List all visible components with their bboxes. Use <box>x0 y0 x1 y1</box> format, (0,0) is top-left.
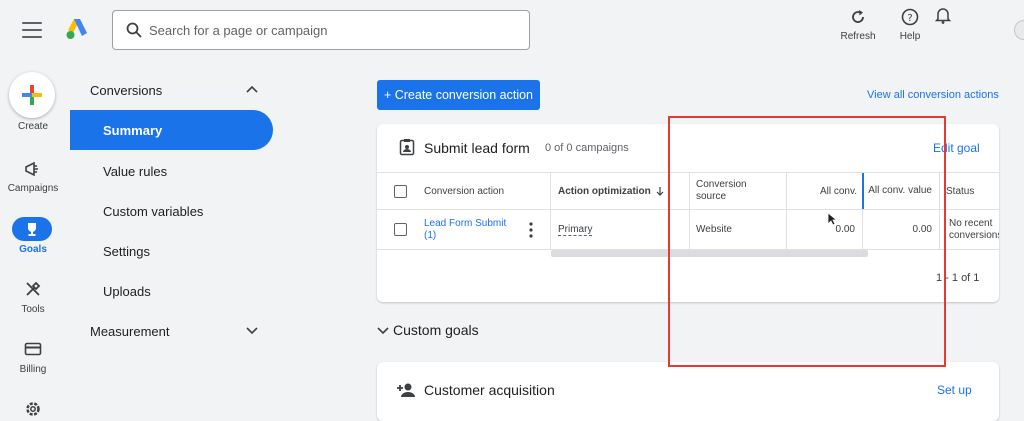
refresh-label: Refresh <box>840 31 876 42</box>
sort-arrow-icon <box>656 187 664 196</box>
trophy-icon <box>28 223 36 236</box>
header-action-optimization[interactable]: Action optimization <box>558 173 664 209</box>
billing-label: Billing <box>19 364 47 375</box>
highlight-annotation-box <box>668 116 946 367</box>
create-button[interactable] <box>9 72 55 118</box>
view-all-conversion-actions-link[interactable]: View all conversion actions <box>867 89 999 101</box>
action-optimization-value[interactable]: Primary <box>558 210 593 249</box>
top-bar: Search for a page or campaign Refresh ? … <box>0 0 1024 62</box>
form-icon <box>399 139 415 156</box>
search-icon <box>126 22 142 38</box>
nav-item-settings[interactable]: Settings <box>103 244 150 259</box>
person-add-icon <box>397 383 415 397</box>
left-rail: Create Campaigns Goals Tools Billing <box>0 62 66 421</box>
set-up-link[interactable]: Set up <box>937 383 972 397</box>
conversion-action-link[interactable]: Lead Form Submit (1) <box>424 210 516 249</box>
svg-text:?: ? <box>907 13 912 24</box>
conversions-label: Conversions <box>90 83 163 98</box>
status-value: No recent conversions <box>949 217 999 241</box>
nav-item-summary[interactable]: Summary <box>70 110 273 150</box>
goals-nav-item[interactable] <box>12 217 52 241</box>
summary-label: Summary <box>103 123 163 138</box>
primary-label: Primary <box>558 223 593 236</box>
chevron-down-icon <box>377 327 389 335</box>
help-label: Help <box>899 31 921 42</box>
header-action-optimization-label: Action optimization <box>558 185 651 197</box>
settings-gear-icon[interactable] <box>0 400 66 421</box>
refresh-button[interactable]: Refresh <box>834 8 882 42</box>
side-nav: Conversions Summary Value rules Custom v… <box>70 62 370 421</box>
help-button[interactable]: ? Help <box>886 8 934 42</box>
header-conversion-action[interactable]: Conversion action <box>424 173 504 209</box>
nav-item-custom-variables[interactable]: Custom variables <box>103 204 203 219</box>
campaigns-icon[interactable] <box>0 160 66 183</box>
refresh-icon <box>852 10 864 23</box>
plus-icon <box>22 85 42 105</box>
nav-item-value-rules[interactable]: Value rules <box>103 164 167 179</box>
help-icon: ? <box>901 8 919 26</box>
custom-goals-label: Custom goals <box>393 322 479 338</box>
create-label: Create <box>17 121 48 132</box>
campaign-count: 0 of 0 campaigns <box>545 142 629 154</box>
row-checkbox[interactable] <box>394 210 407 249</box>
chevron-up-icon <box>246 85 258 93</box>
chevron-down-icon <box>246 327 258 335</box>
conversions-section-header[interactable]: Conversions <box>70 62 370 98</box>
tools-label: Tools <box>21 304 45 315</box>
billing-icon[interactable] <box>0 340 66 363</box>
search-input[interactable]: Search for a page or campaign <box>112 10 530 50</box>
measurement-label: Measurement <box>90 324 170 339</box>
more-vert-icon[interactable] <box>529 222 533 238</box>
campaigns-label: Campaigns <box>7 183 59 194</box>
avatar[interactable] <box>1014 20 1024 40</box>
nav-item-uploads[interactable]: Uploads <box>103 284 151 299</box>
header-status[interactable]: Status <box>946 173 974 209</box>
card-title: Submit lead form <box>424 140 530 156</box>
tools-icon[interactable] <box>0 280 66 303</box>
notifications-icon[interactable] <box>935 6 951 24</box>
create-conversion-action-button[interactable]: + Create conversion action <box>377 80 540 110</box>
select-all-checkbox[interactable] <box>394 173 407 209</box>
menu-icon[interactable] <box>22 22 42 38</box>
measurement-section-header[interactable]: Measurement <box>70 316 370 344</box>
card2-title: Customer acquisition <box>424 382 555 398</box>
search-placeholder: Search for a page or campaign <box>149 23 328 38</box>
goal-card-customer-acquisition: Customer acquisition Set up <box>377 362 999 421</box>
goals-label: Goals <box>19 244 47 255</box>
google-ads-logo <box>66 19 87 39</box>
custom-goals-header[interactable]: Custom goals <box>377 322 479 338</box>
